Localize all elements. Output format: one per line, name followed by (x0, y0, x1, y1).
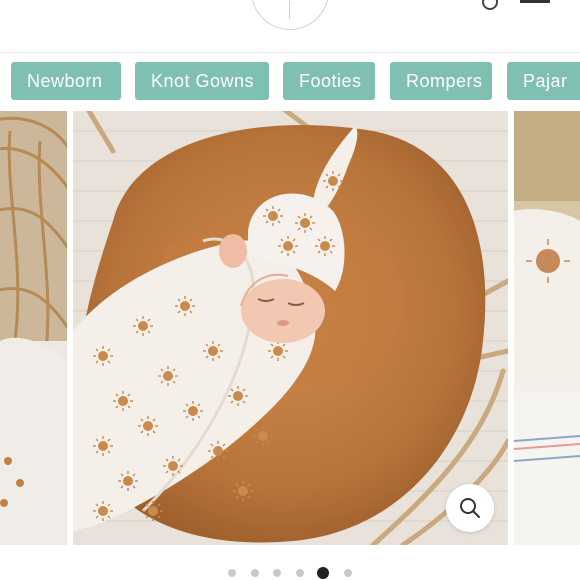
next-photo (514, 111, 580, 545)
site-header (0, 0, 580, 52)
zoom-button[interactable] (446, 484, 494, 532)
category-pill-footies[interactable]: Footies (283, 62, 375, 100)
category-pill-bar: Newborn Knot Gowns Footies Rompers Pajar (0, 62, 580, 100)
header-divider (0, 52, 580, 53)
carousel-dot-3[interactable] (273, 569, 281, 577)
carousel-slide-next[interactable] (514, 111, 580, 545)
carousel-pagination (0, 566, 580, 580)
previous-photo (0, 111, 67, 545)
carousel-dot-4[interactable] (296, 569, 304, 577)
logo[interactable] (251, 0, 329, 30)
carousel-slide-current[interactable] (73, 111, 508, 545)
carousel-dot-1[interactable] (228, 569, 236, 577)
search-icon[interactable] (482, 0, 498, 10)
category-pill-newborn[interactable]: Newborn (11, 62, 121, 100)
carousel-dot-6[interactable] (344, 569, 352, 577)
category-pill-pajamas[interactable]: Pajar (507, 62, 580, 100)
carousel-slide-previous[interactable] (0, 111, 67, 545)
category-pill-knot-gowns[interactable]: Knot Gowns (135, 62, 269, 100)
category-pill-rompers[interactable]: Rompers (390, 62, 492, 100)
carousel-dot-5[interactable] (317, 567, 329, 579)
baby-swaddle-photo (73, 111, 508, 545)
magnifier-icon (460, 498, 480, 518)
product-image-carousel[interactable] (0, 111, 580, 545)
menu-icon[interactable] (520, 0, 550, 3)
carousel-dot-2[interactable] (251, 569, 259, 577)
